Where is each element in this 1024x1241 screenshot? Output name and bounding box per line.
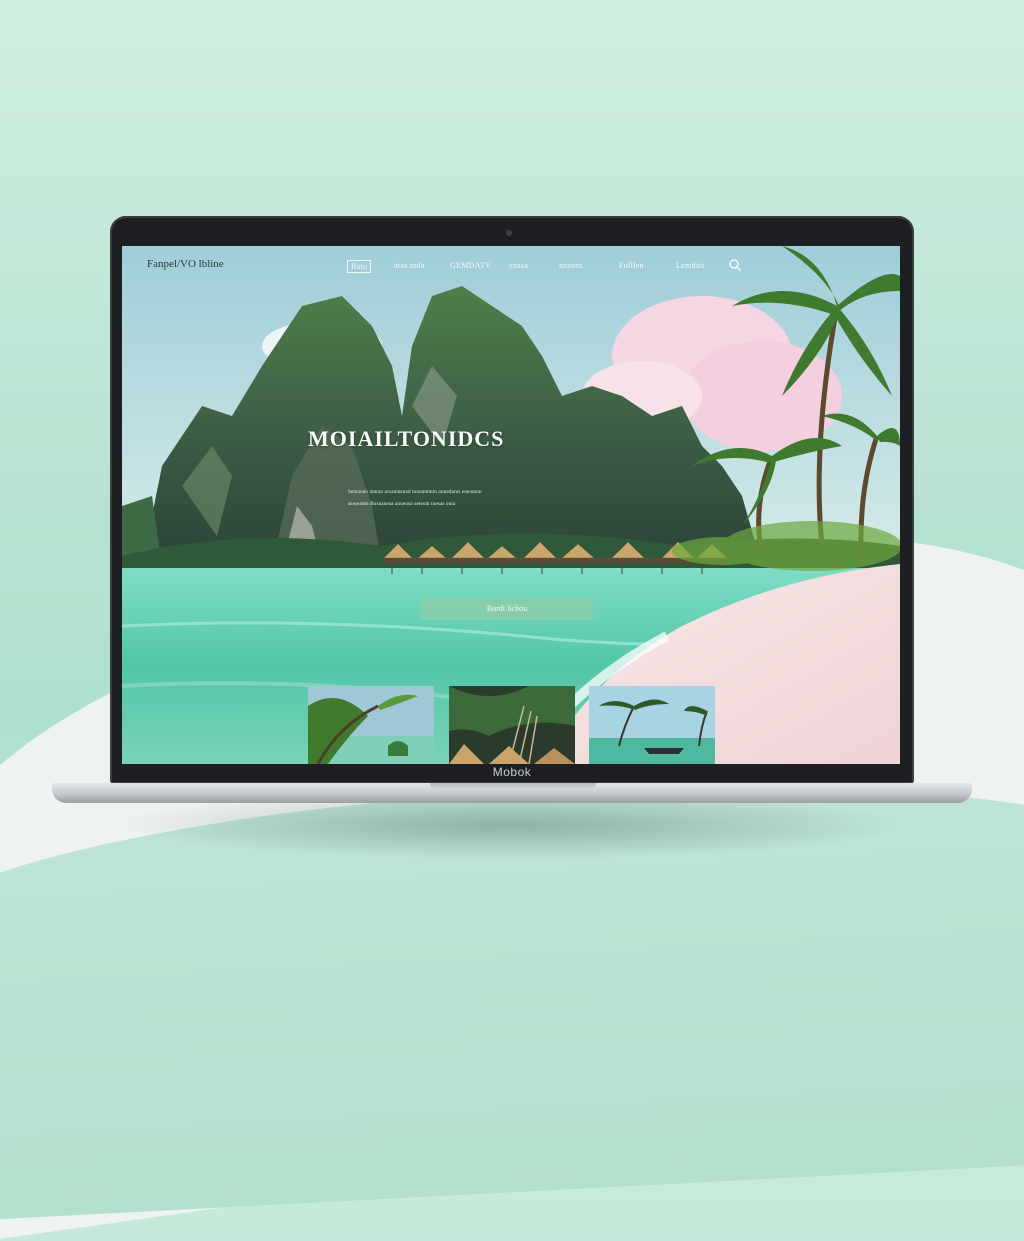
search-icon[interactable] [728, 258, 742, 272]
hero-subtitle-line-2: aseseamn Bosnaneaa anneosn seteom tnesas… [348, 502, 456, 507]
gallery-thumbnail-palms-boat[interactable] [589, 686, 715, 764]
hero-title: MOIAILTONIDCS [308, 426, 505, 451]
laptop-opening-notch [430, 783, 596, 790]
nav-item-gemdatv[interactable]: GEMDATV [450, 261, 491, 270]
nav-item-bato[interactable]: Bato [347, 260, 372, 273]
site-logo[interactable]: Fanpel/VO lbline [147, 258, 224, 270]
nav-item-fulllen[interactable]: Fulllen [619, 261, 644, 270]
nav-item-atas-nnla[interactable]: atas nnla [394, 261, 425, 270]
top-navigation: Fanpel/VO lbline Bato atas nnla GEMDATV … [122, 246, 900, 286]
laptop-brand-label: Mobok [492, 765, 532, 779]
gallery-thumbnail-palm-fronds-huts[interactable] [449, 686, 575, 764]
hero-cta-button[interactable]: Bordt lichou [421, 598, 593, 620]
webcam [506, 230, 512, 236]
nav-item-lemdait[interactable]: Lemdait [676, 261, 705, 270]
gallery-thumbnail-palm-beach[interactable] [308, 686, 434, 764]
nav-item-enasa[interactable]: enasa [509, 261, 528, 270]
nav-item-ananes[interactable]: ananes [559, 261, 583, 270]
hero-subtitle-line-1: Semnnen mmun orsanmenad tonnmmntn onneda… [348, 490, 482, 495]
laptop-screen: Fanpel/VO lbline Bato atas nnla GEMDATV … [122, 246, 900, 764]
